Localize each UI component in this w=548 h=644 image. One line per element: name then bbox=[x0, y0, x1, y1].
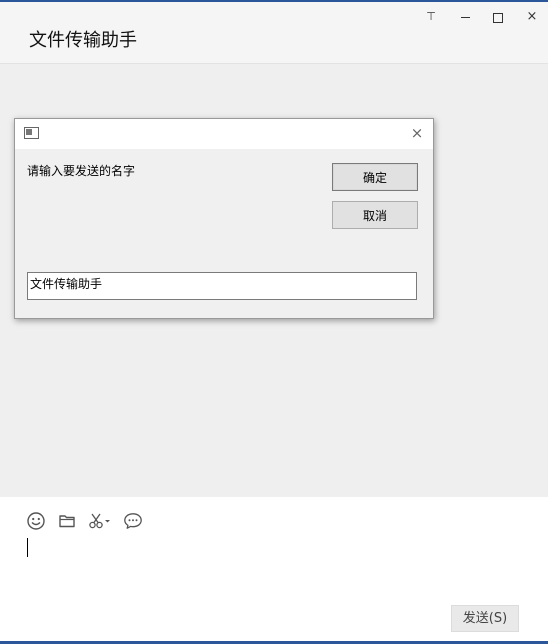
ok-button[interactable]: 确定 bbox=[332, 163, 418, 191]
dialog-close-icon[interactable]: × bbox=[408, 124, 426, 142]
folder-icon[interactable] bbox=[57, 511, 77, 531]
minimize-icon[interactable] bbox=[454, 8, 476, 26]
maximize-icon[interactable] bbox=[487, 8, 509, 26]
composer: 发送(S) bbox=[0, 497, 548, 641]
chat-bubble-icon[interactable] bbox=[123, 511, 143, 531]
emoji-icon[interactable] bbox=[26, 511, 46, 531]
chat-header: 文件传输助手 ⊤ × bbox=[0, 2, 548, 64]
chat-title: 文件传输助手 bbox=[29, 30, 137, 51]
text-cursor[interactable] bbox=[27, 538, 28, 557]
name-input[interactable]: 文件传输助手 bbox=[27, 272, 417, 300]
pin-icon[interactable]: ⊤ bbox=[420, 8, 442, 26]
dialog-titlebar[interactable]: × bbox=[15, 119, 433, 149]
cancel-button[interactable]: 取消 bbox=[332, 201, 418, 229]
scissors-icon[interactable] bbox=[88, 511, 112, 531]
send-button[interactable]: 发送(S) bbox=[451, 605, 519, 632]
input-dialog: × 请输入要发送的名字 确定 取消 文件传输助手 bbox=[14, 118, 434, 319]
dialog-prompt: 请输入要发送的名字 bbox=[27, 164, 136, 178]
close-window-icon[interactable]: × bbox=[521, 8, 543, 26]
dialog-app-icon bbox=[24, 127, 39, 139]
